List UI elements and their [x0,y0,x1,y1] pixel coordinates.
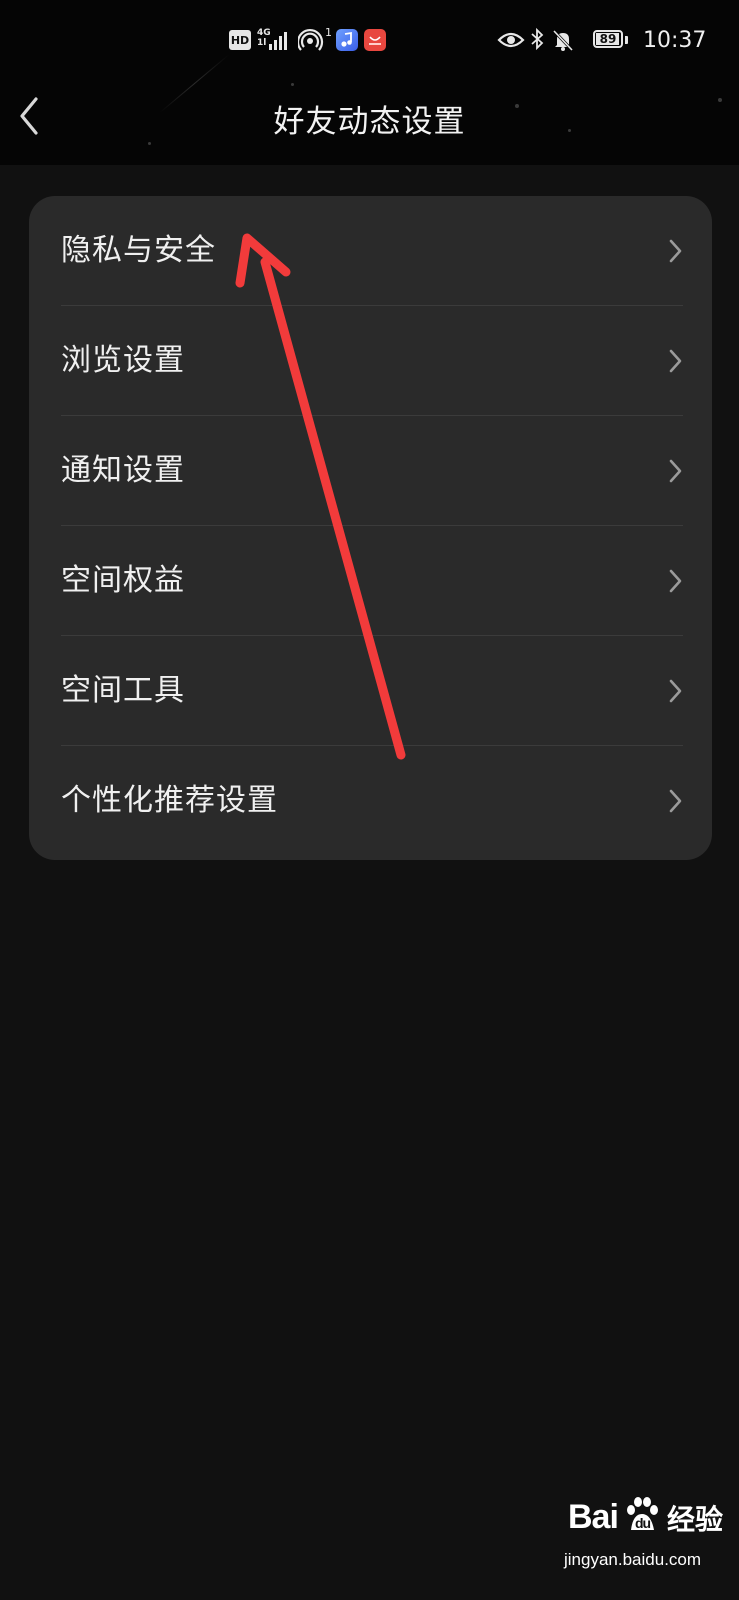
chevron-right-icon [669,239,682,263]
decor-star [148,142,151,145]
battery-level: 89 [599,32,617,46]
chevron-right-icon [669,459,682,483]
settings-card: 隐私与安全 浏览设置 通知设置 空间权益 空间工具 个性化推荐设置 [29,196,712,860]
hd-voice-badge: HD [229,30,251,50]
battery-icon: 89 [593,30,623,48]
bluetooth-icon [531,27,544,51]
svg-text:Bai: Bai [568,1498,618,1536]
page-title: 好友动态设置 [273,104,466,140]
chevron-right-icon [669,679,682,703]
chevron-right-icon [669,569,682,593]
chevron-right-icon [669,789,682,813]
chevron-right-icon [669,349,682,373]
svg-text:du: du [635,1515,651,1531]
settings-item-browse[interactable]: 浏览设置 [29,306,712,416]
settings-item-privacy-security[interactable]: 隐私与安全 [29,196,712,306]
baidu-jingyan-watermark: Bai du 经验 jingyan.baidu.com [564,1490,734,1590]
settings-item-label: 空间权益 [61,563,185,598]
watermark-url: jingyan.baidu.com [564,1550,702,1569]
watermark-brand-cn: 经验 [667,1503,724,1536]
status-time: 10:37 [643,28,707,53]
settings-item-space-tools[interactable]: 空间工具 [29,636,712,746]
signal-icon [269,30,293,50]
battery-cap [625,36,628,44]
settings-item-label: 个性化推荐设置 [61,783,278,818]
mute-bell-icon [552,29,574,52]
screen: HD 4G 1l 1 89 10:37 好友动态设置 隐私与安全 浏览设置 通知… [0,0,739,1600]
settings-item-space-benefits[interactable]: 空间权益 [29,526,712,636]
eye-comfort-icon [497,32,525,48]
settings-item-notifications[interactable]: 通知设置 [29,416,712,526]
huawei-app-icon [364,29,386,51]
status-bar: HD 4G 1l 1 89 10:37 [0,18,739,66]
settings-item-label: 通知设置 [61,453,185,488]
settings-item-personalized-recommendation[interactable]: 个性化推荐设置 [29,746,712,856]
hotspot-icon [298,28,324,51]
settings-item-label: 隐私与安全 [61,233,216,268]
music-app-icon [336,29,358,51]
settings-item-label: 浏览设置 [61,343,185,378]
decor-star [291,83,294,86]
settings-item-label: 空间工具 [61,673,185,708]
hotspot-count: 1 [325,26,332,39]
